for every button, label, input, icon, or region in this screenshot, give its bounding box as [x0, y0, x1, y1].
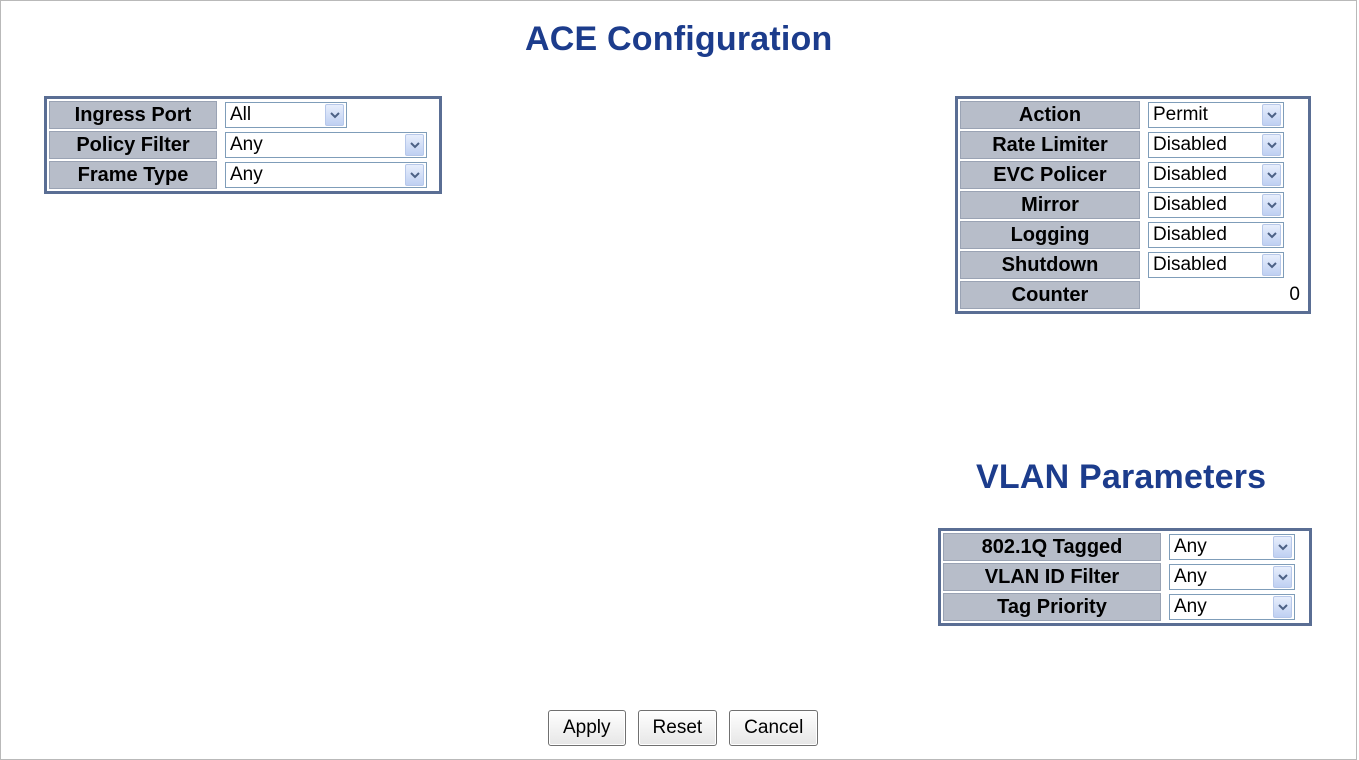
frame-type-label: Frame Type	[49, 161, 217, 189]
policy-filter-label: Policy Filter	[49, 131, 217, 159]
chevron-down-icon[interactable]	[1273, 536, 1292, 558]
ingress-settings-table: Ingress Port All Policy Filter Any Frame…	[44, 96, 442, 194]
chevron-down-icon[interactable]	[405, 134, 424, 156]
vlan-parameters-title: VLAN Parameters	[976, 458, 1267, 496]
mirror-select[interactable]: Disabled	[1148, 192, 1284, 218]
counter-label: Counter	[960, 281, 1140, 309]
ingress-port-label: Ingress Port	[49, 101, 217, 129]
shutdown-value: Disabled	[1153, 254, 1227, 275]
table-row: VLAN ID Filter Any	[943, 563, 1307, 591]
frame-type-select[interactable]: Any	[225, 162, 427, 188]
tag-priority-select[interactable]: Any	[1169, 594, 1295, 620]
page-title: ACE Configuration	[525, 20, 833, 58]
cancel-button[interactable]: Cancel	[729, 710, 819, 746]
action-label: Action	[960, 101, 1140, 129]
shutdown-select[interactable]: Disabled	[1148, 252, 1284, 278]
chevron-down-icon[interactable]	[1262, 194, 1281, 216]
evc-policer-select[interactable]: Disabled	[1148, 162, 1284, 188]
ingress-port-value: All	[230, 104, 252, 125]
tagged-label: 802.1Q Tagged	[943, 533, 1161, 561]
rate-limiter-label: Rate Limiter	[960, 131, 1140, 159]
action-select[interactable]: Permit	[1148, 102, 1284, 128]
logging-select[interactable]: Disabled	[1148, 222, 1284, 248]
rate-limiter-value: Disabled	[1153, 134, 1227, 155]
action-value: Permit	[1153, 104, 1208, 125]
chevron-down-icon[interactable]	[405, 164, 424, 186]
table-row: EVC Policer Disabled	[960, 161, 1306, 189]
chevron-down-icon[interactable]	[1262, 134, 1281, 156]
tag-priority-value: Any	[1174, 596, 1207, 617]
table-row: Logging Disabled	[960, 221, 1306, 249]
logging-label: Logging	[960, 221, 1140, 249]
table-row: Rate Limiter Disabled	[960, 131, 1306, 159]
table-row: Frame Type Any	[49, 161, 437, 189]
evc-policer-value: Disabled	[1153, 164, 1227, 185]
table-row: Action Permit	[960, 101, 1306, 129]
vlan-id-filter-select[interactable]: Any	[1169, 564, 1295, 590]
vlan-id-filter-value: Any	[1174, 566, 1207, 587]
chevron-down-icon[interactable]	[1262, 164, 1281, 186]
table-row: Policy Filter Any	[49, 131, 437, 159]
shutdown-label: Shutdown	[960, 251, 1140, 279]
rate-limiter-select[interactable]: Disabled	[1148, 132, 1284, 158]
vlan-parameters-table: 802.1Q Tagged Any VLAN ID Filter Any Tag…	[938, 528, 1312, 626]
policy-filter-value: Any	[230, 134, 263, 155]
table-row: Shutdown Disabled	[960, 251, 1306, 279]
chevron-down-icon[interactable]	[325, 104, 344, 126]
tag-priority-label: Tag Priority	[943, 593, 1161, 621]
table-row: Ingress Port All	[49, 101, 437, 129]
evc-policer-label: EVC Policer	[960, 161, 1140, 189]
table-row: Mirror Disabled	[960, 191, 1306, 219]
table-row: Tag Priority Any	[943, 593, 1307, 621]
logging-value: Disabled	[1153, 224, 1227, 245]
tagged-select[interactable]: Any	[1169, 534, 1295, 560]
ingress-port-select[interactable]: All	[225, 102, 347, 128]
form-buttons: Apply Reset Cancel	[548, 710, 819, 746]
apply-button[interactable]: Apply	[548, 710, 626, 746]
chevron-down-icon[interactable]	[1273, 596, 1292, 618]
action-settings-table: Action Permit Rate Limiter Disabled EVC …	[955, 96, 1311, 314]
table-row: 802.1Q Tagged Any	[943, 533, 1307, 561]
policy-filter-select[interactable]: Any	[225, 132, 427, 158]
chevron-down-icon[interactable]	[1262, 254, 1281, 276]
reset-button[interactable]: Reset	[637, 710, 718, 746]
table-row: Counter 0	[960, 281, 1306, 309]
frame-type-value: Any	[230, 164, 263, 185]
vlan-id-filter-label: VLAN ID Filter	[943, 563, 1161, 591]
chevron-down-icon[interactable]	[1262, 224, 1281, 246]
mirror-label: Mirror	[960, 191, 1140, 219]
tagged-value: Any	[1174, 536, 1207, 557]
mirror-value: Disabled	[1153, 194, 1227, 215]
counter-value: 0	[1142, 281, 1306, 309]
chevron-down-icon[interactable]	[1262, 104, 1281, 126]
chevron-down-icon[interactable]	[1273, 566, 1292, 588]
